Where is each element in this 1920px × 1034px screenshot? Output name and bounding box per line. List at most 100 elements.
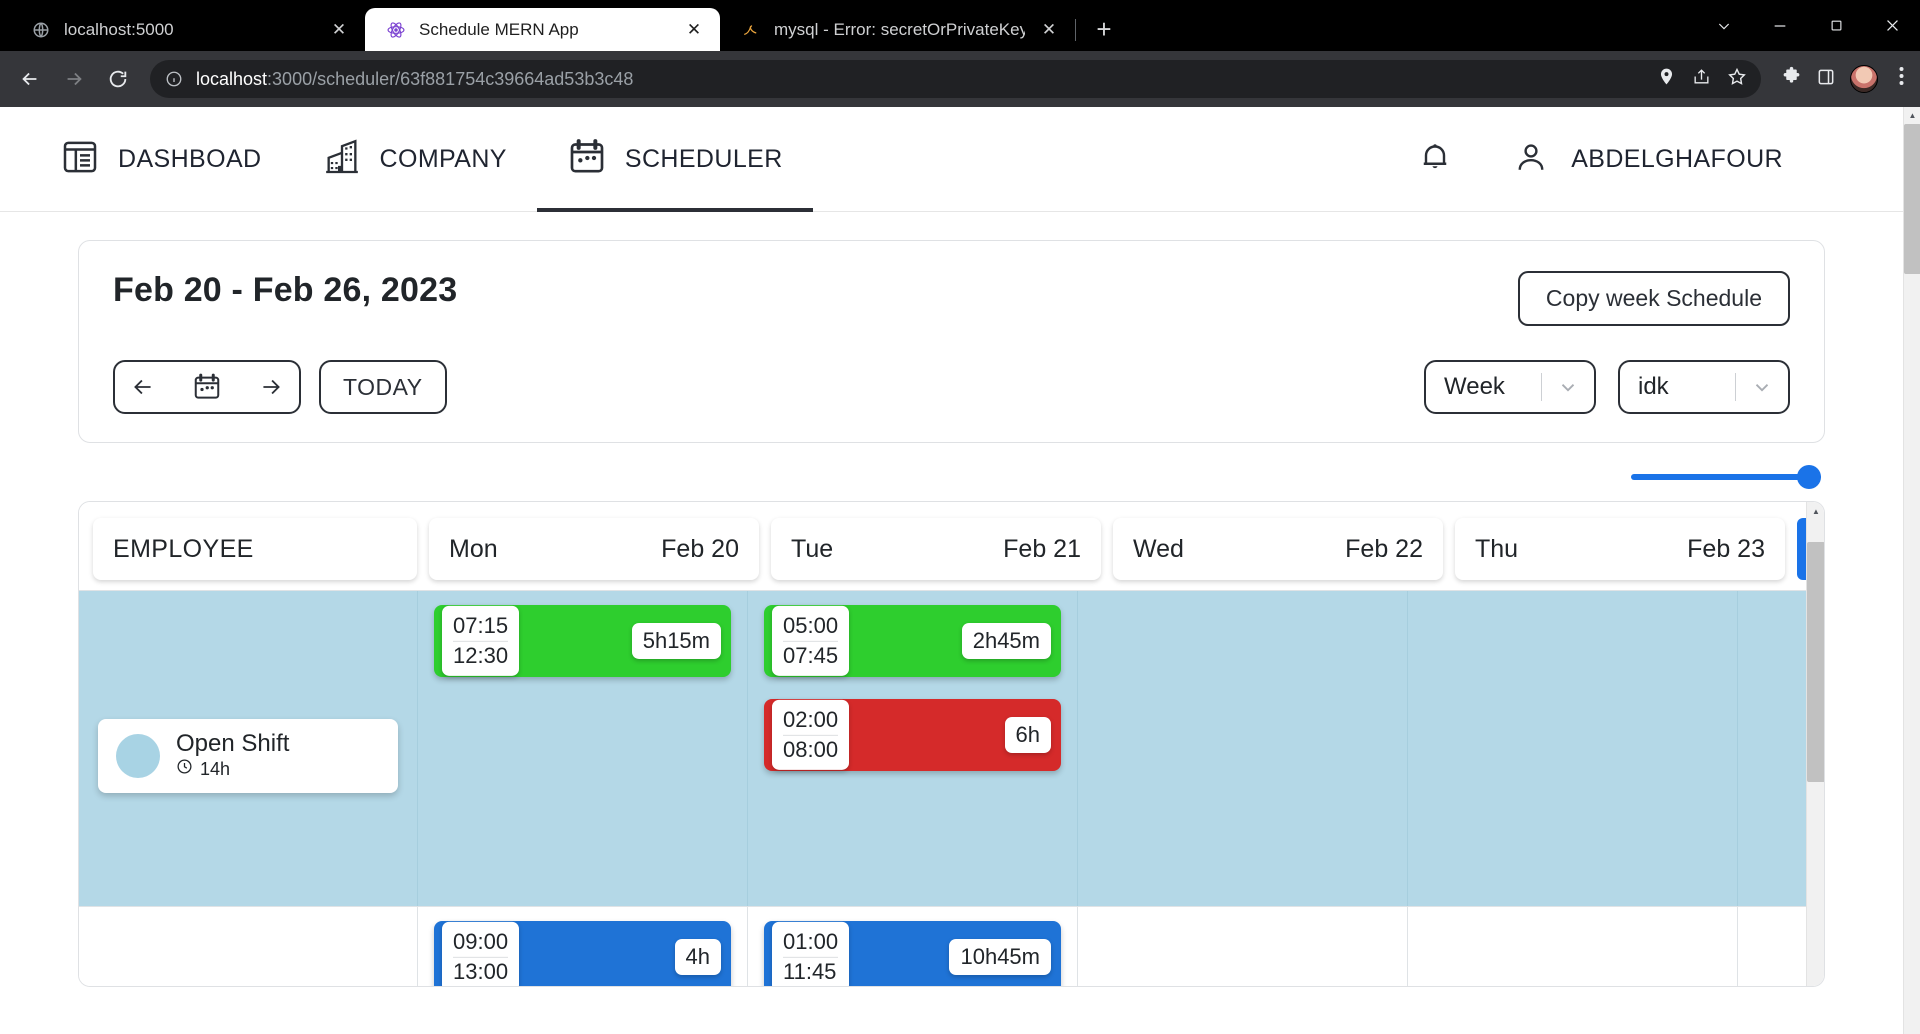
- nav-label: DASHBOAD: [118, 145, 262, 174]
- nav-item-dashboard[interactable]: DASHBOAD: [30, 107, 292, 212]
- maximize-icon[interactable]: [1808, 0, 1864, 51]
- tab-title: localhost:5000: [64, 20, 315, 40]
- tab-strip: localhost:5000 ✕ Schedule MERN App ✕: [0, 0, 1920, 51]
- schedule-scrollbar[interactable]: ▲: [1806, 502, 1824, 986]
- tab-close-icon[interactable]: ✕: [682, 18, 706, 42]
- view-mode-select[interactable]: Week: [1424, 360, 1596, 414]
- close-icon[interactable]: [1864, 0, 1920, 51]
- browser-tab-2[interactable]: Schedule MERN App ✕: [365, 8, 720, 51]
- shift-start: 01:00: [783, 928, 838, 958]
- copy-week-schedule-button[interactable]: Copy week Schedule: [1518, 271, 1790, 326]
- scroll-up-arrow-icon[interactable]: ▲: [1807, 502, 1825, 520]
- column-header-mon[interactable]: Mon Feb 20: [429, 518, 759, 580]
- schedule-cell-thu[interactable]: [1407, 907, 1737, 987]
- profile-avatar-icon[interactable]: [1850, 65, 1878, 93]
- group-select[interactable]: idk: [1618, 360, 1790, 414]
- chevron-down-icon[interactable]: [1736, 376, 1788, 398]
- tab-search-chevron-icon[interactable]: [1696, 0, 1752, 51]
- kebab-menu-icon[interactable]: [1892, 66, 1910, 92]
- page-scrollbar[interactable]: ▲: [1903, 107, 1920, 1034]
- employee-card[interactable]: Open Shift 14h: [98, 719, 398, 793]
- nav-label: COMPANY: [380, 145, 507, 174]
- location-pin-icon[interactable]: [1657, 67, 1676, 91]
- schedule-cell-wed[interactable]: [1077, 591, 1407, 906]
- bookmark-star-icon[interactable]: [1727, 67, 1747, 92]
- extensions-puzzle-icon[interactable]: [1781, 66, 1802, 92]
- tab-title: Schedule MERN App: [419, 20, 670, 40]
- schedule-cell-mon[interactable]: 07:15 12:30 5h15m: [417, 591, 747, 906]
- shift-block[interactable]: 09:00 13:00 4h: [434, 921, 731, 987]
- column-header-wed[interactable]: Wed Feb 22: [1113, 518, 1443, 580]
- shift-start: 07:15: [453, 612, 508, 642]
- nav-item-scheduler[interactable]: SCHEDULER: [537, 107, 813, 212]
- header-bottom-row: TODAY Week idk: [113, 360, 1790, 414]
- employee-cell[interactable]: [79, 907, 417, 987]
- address-bar-url: localhost:3000/scheduler/63f881754c39664…: [196, 69, 633, 90]
- scrollbar-thumb[interactable]: [1904, 124, 1920, 274]
- new-tab-button[interactable]: +: [1086, 11, 1122, 47]
- schedule-header-row: EMPLOYEE Mon Feb 20 Tue Feb 21 Wed Feb: [79, 502, 1824, 590]
- avatar: [116, 734, 160, 778]
- toolbar-right-icons: [1773, 65, 1910, 93]
- schedule-cell-thu[interactable]: [1407, 591, 1737, 906]
- column-label: EMPLOYEE: [113, 535, 254, 564]
- building-icon: [322, 137, 362, 182]
- day-name: Wed: [1133, 535, 1184, 564]
- day-name: Tue: [791, 535, 833, 564]
- shift-duration: 4h: [675, 939, 721, 975]
- reload-button[interactable]: [98, 59, 138, 99]
- share-icon[interactable]: [1692, 67, 1711, 91]
- user-menu[interactable]: ABDELGHAFOUR: [1513, 139, 1783, 180]
- tab-close-icon[interactable]: ✕: [327, 18, 351, 42]
- shift-end: 07:45: [783, 642, 838, 670]
- next-week-button[interactable]: [243, 362, 299, 412]
- side-panel-icon[interactable]: [1816, 67, 1836, 92]
- column-header-employee: EMPLOYEE: [93, 518, 417, 580]
- shift-block[interactable]: 05:00 07:45 2h45m: [764, 605, 1061, 677]
- scroll-up-arrow-icon[interactable]: ▲: [1904, 107, 1920, 124]
- slider-thumb[interactable]: [1797, 465, 1821, 489]
- column-header-thu[interactable]: Thu Feb 23: [1455, 518, 1785, 580]
- date-picker-button[interactable]: [171, 372, 243, 402]
- dashboard-icon: [60, 137, 100, 182]
- zoom-slider[interactable]: [1631, 465, 1821, 489]
- shift-block[interactable]: 07:15 12:30 5h15m: [434, 605, 731, 677]
- forward-button[interactable]: [54, 59, 94, 99]
- nav-label: SCHEDULER: [625, 145, 783, 174]
- schedule-inner: EMPLOYEE Mon Feb 20 Tue Feb 21 Wed Feb: [79, 502, 1824, 986]
- schedule-cell-mon[interactable]: 09:00 13:00 4h: [417, 907, 747, 987]
- browser-tab-3[interactable]: mysql - Error: secretOrPrivateKey ✕: [720, 8, 1075, 51]
- window-controls: [1696, 0, 1920, 51]
- day-date: Feb 20: [661, 535, 739, 564]
- shift-end: 12:30: [453, 642, 508, 670]
- schedule-cell-tue[interactable]: 05:00 07:45 2h45m 02:00 08:00: [747, 591, 1077, 906]
- previous-week-button[interactable]: [115, 362, 171, 412]
- scheduler-content: Feb 20 - Feb 26, 2023 Copy week Schedule: [0, 212, 1920, 987]
- shift-duration: 2h45m: [962, 623, 1051, 659]
- shift-block[interactable]: 02:00 08:00 6h: [764, 699, 1061, 771]
- column-header-tue[interactable]: Tue Feb 21: [771, 518, 1101, 580]
- employee-cell[interactable]: Open Shift 14h: [79, 591, 417, 906]
- chevron-down-icon[interactable]: [1542, 376, 1594, 398]
- shift-times: 02:00 08:00: [772, 700, 849, 770]
- schedule-cell-wed[interactable]: [1077, 907, 1407, 987]
- schedule-cell-tue[interactable]: 01:00 11:45 10h45m: [747, 907, 1077, 987]
- minimize-icon[interactable]: [1752, 0, 1808, 51]
- globe-icon: [30, 19, 52, 41]
- info-circle-icon[interactable]: [164, 69, 184, 89]
- scrollbar-thumb[interactable]: [1807, 542, 1825, 782]
- person-icon: [1513, 139, 1549, 180]
- react-logo-icon: [385, 19, 407, 41]
- url-host: localhost: [196, 69, 267, 89]
- group-value: idk: [1620, 373, 1735, 401]
- address-bar[interactable]: localhost:3000/scheduler/63f881754c39664…: [150, 60, 1761, 98]
- nav-item-company[interactable]: COMPANY: [292, 107, 537, 212]
- shift-block[interactable]: 01:00 11:45 10h45m: [764, 921, 1061, 987]
- browser-tab-1[interactable]: localhost:5000 ✕: [10, 8, 365, 51]
- today-button[interactable]: TODAY: [319, 360, 447, 414]
- back-button[interactable]: [10, 59, 50, 99]
- tab-close-icon[interactable]: ✕: [1037, 18, 1061, 42]
- employee-name: Open Shift: [176, 730, 289, 757]
- tab-title: mysql - Error: secretOrPrivateKey: [774, 20, 1025, 40]
- bell-icon[interactable]: [1417, 139, 1453, 180]
